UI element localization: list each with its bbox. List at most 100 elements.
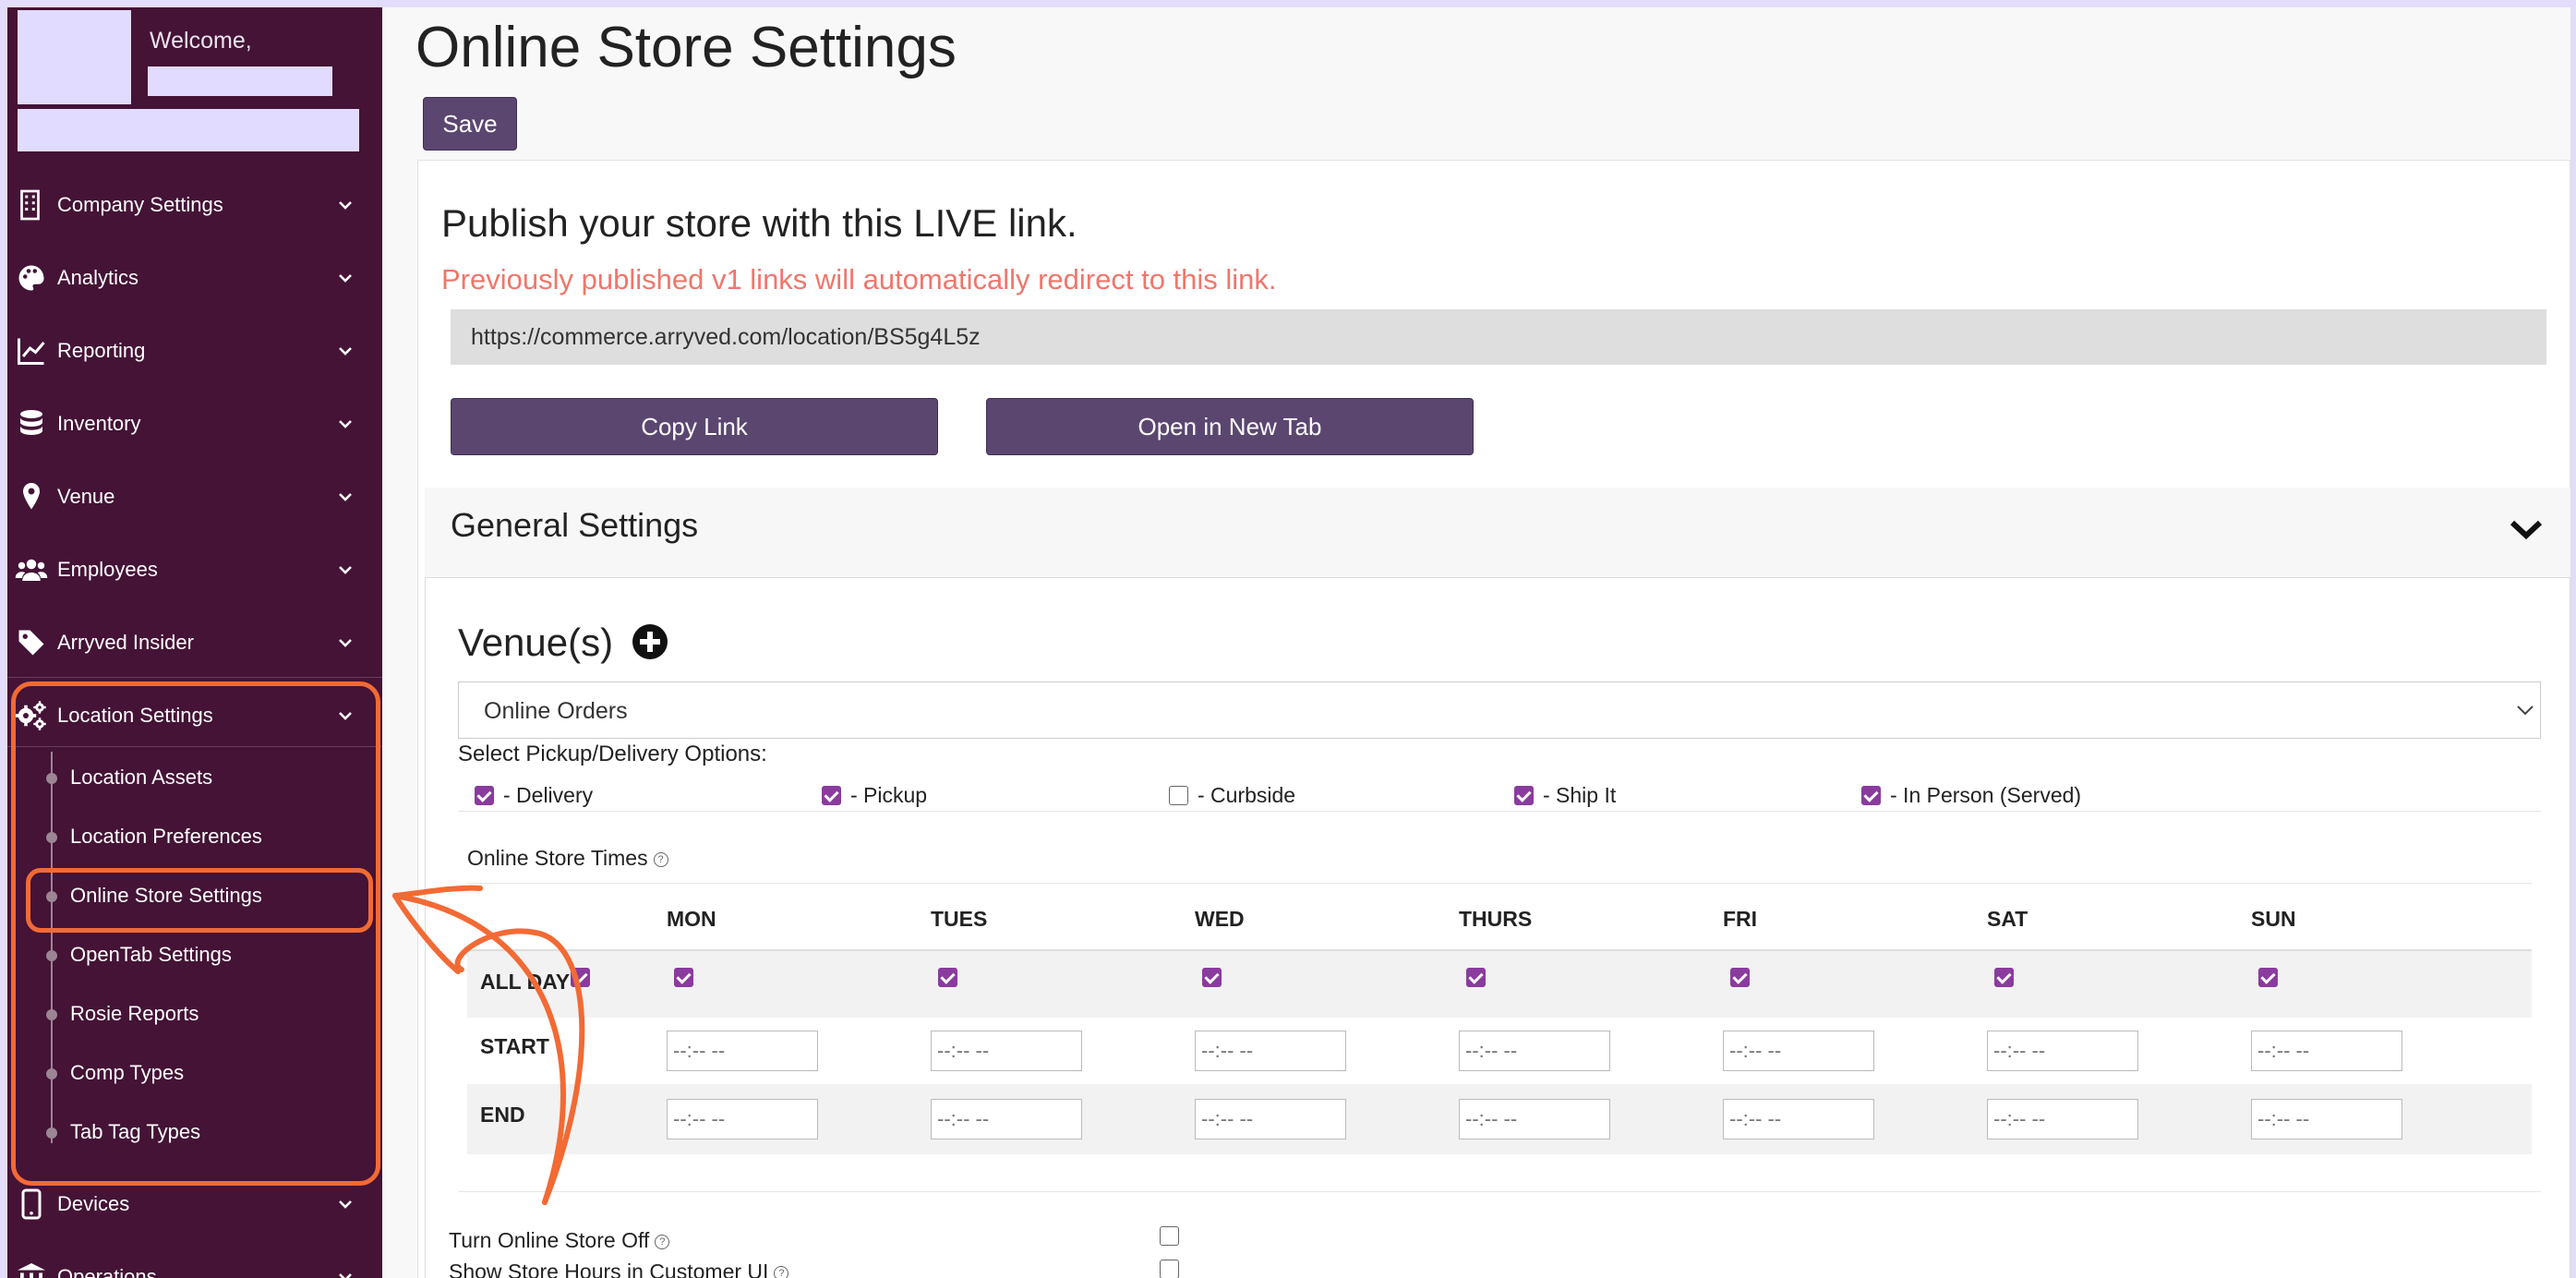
help-icon[interactable]: ?: [774, 1265, 789, 1278]
sidebar-item-label: Analytics: [57, 265, 139, 289]
all-day-sun-checkbox[interactable]: [2258, 968, 2278, 987]
sidebar-item-label: Devices: [57, 1191, 130, 1215]
end-time-thurs[interactable]: [1459, 1099, 1610, 1139]
all-day-sat-checkbox[interactable]: [1994, 968, 2014, 987]
help-icon[interactable]: ?: [655, 1234, 670, 1249]
all-day-mon-checkbox[interactable]: [674, 968, 693, 987]
all-day-fri-checkbox[interactable]: [1730, 968, 1750, 987]
day-header-tues: TUES: [931, 907, 988, 931]
option-label: - Pickup: [850, 783, 928, 807]
end-time-sun[interactable]: [2251, 1099, 2402, 1139]
sidebar-item-arryved-insider[interactable]: Arryved Insider: [7, 606, 382, 679]
option-ship-it: - Ship It: [1514, 783, 1616, 808]
publish-title: Publish your store with this LIVE link.: [441, 201, 1077, 245]
day-header-fri: FRI: [1723, 907, 1758, 931]
general-settings-title: General Settings: [451, 506, 699, 544]
plus-circle-icon[interactable]: [632, 623, 668, 660]
all-day-thurs-checkbox[interactable]: [1466, 968, 1486, 987]
end-time-mon[interactable]: [667, 1099, 818, 1139]
pickup-checkbox[interactable]: [822, 786, 841, 805]
start-time-tues[interactable]: [931, 1031, 1082, 1071]
sidebar-item-label: Employees: [57, 557, 158, 581]
main-content: Online Store Settings Save Publish your …: [382, 7, 2570, 1278]
venue-select[interactable]: [458, 681, 2541, 739]
turn-store-off-row: Turn Online Store Off?: [449, 1228, 670, 1253]
end-time-sat[interactable]: [1987, 1099, 2138, 1139]
help-icon[interactable]: ?: [653, 851, 668, 867]
turn-store-off-checkbox[interactable]: [1160, 1226, 1179, 1246]
option-label: - In Person (Served): [1890, 783, 2082, 807]
day-header-sat: SAT: [1987, 907, 2028, 931]
open-in-new-tab-button[interactable]: Open in New Tab: [986, 398, 1474, 455]
users-icon: [15, 559, 48, 581]
sidebar-item-label: Inventory: [57, 411, 141, 435]
sidebar-item-analytics[interactable]: Analytics: [7, 241, 382, 314]
end-row: END: [467, 1084, 2532, 1154]
end-time-wed[interactable]: [1195, 1099, 1346, 1139]
all-day-label: ALL DAY: [480, 970, 571, 994]
start-time-fri[interactable]: [1723, 1031, 1874, 1071]
sidebar-item-company-settings[interactable]: Company Settings: [7, 168, 382, 241]
all-day-master-checkbox[interactable]: [571, 968, 590, 987]
live-link-field[interactable]: [451, 309, 2546, 365]
start-time-sat[interactable]: [1987, 1031, 2138, 1071]
option-label: - Curbside: [1198, 783, 1296, 807]
day-header-wed: WED: [1195, 907, 1245, 931]
sidebar-item-label: Venue: [57, 484, 115, 508]
divider: [7, 677, 382, 678]
sidebar-item-label: Reporting: [57, 338, 146, 362]
delivery-checkbox[interactable]: [475, 786, 494, 805]
copy-link-button[interactable]: Copy Link: [451, 398, 938, 455]
start-time-mon[interactable]: [667, 1031, 818, 1071]
day-header-mon: MON: [667, 907, 716, 931]
online-store-times-label: Online Store Times: [467, 846, 648, 870]
chart-line-icon: [18, 338, 45, 365]
show-store-hours-checkbox[interactable]: [1160, 1260, 1179, 1278]
turn-store-off-label: Turn Online Store Off: [449, 1228, 650, 1252]
option-label: - Ship It: [1543, 783, 1617, 807]
publish-note: Previously published v1 links will autom…: [441, 263, 1277, 295]
online-store-settings-highlight: [26, 868, 373, 933]
sidebar-item-operations[interactable]: Operations: [7, 1240, 382, 1278]
start-time-thurs[interactable]: [1459, 1031, 1610, 1071]
start-time-wed[interactable]: [1195, 1031, 1346, 1071]
building-icon: [20, 189, 40, 221]
divider: [458, 1191, 2541, 1192]
sidebar: Welcome, Company Settings Analytics Repo…: [7, 7, 382, 1278]
day-header-thurs: THURS: [1459, 907, 1533, 931]
all-day-tues-checkbox[interactable]: [938, 968, 957, 987]
chevron-down-icon: [339, 493, 352, 501]
all-day-wed-checkbox[interactable]: [1202, 968, 1222, 987]
chevron-down-icon: [339, 274, 352, 283]
option-pickup: - Pickup: [822, 783, 927, 808]
venue-select-value: Online Orders: [484, 698, 628, 724]
location-settings-highlight: [11, 681, 380, 1186]
option-in-person: - In Person (Served): [1861, 783, 2081, 808]
sidebar-item-venue[interactable]: Venue: [7, 460, 382, 533]
show-store-hours-label: Show Store Hours in Customer UI: [449, 1260, 769, 1278]
chevron-down-icon[interactable]: [2508, 513, 2545, 545]
save-button[interactable]: Save: [423, 97, 517, 151]
sidebar-item-reporting[interactable]: Reporting: [7, 314, 382, 387]
chevron-down-icon: [339, 566, 352, 574]
day-header-sun: SUN: [2251, 907, 2296, 931]
end-time-fri[interactable]: [1723, 1099, 1874, 1139]
map-pin-icon: [23, 483, 40, 510]
general-settings-header[interactable]: [425, 488, 2570, 578]
curbside-checkbox[interactable]: [1169, 786, 1188, 805]
chevron-down-icon: [339, 420, 352, 428]
ship-it-checkbox[interactable]: [1514, 786, 1534, 805]
online-store-times-title: Online Store Times?: [467, 846, 668, 871]
all-day-row: ALL DAY: [467, 951, 2532, 1018]
divider: [458, 811, 2541, 812]
chevron-down-icon: [2517, 705, 2534, 716]
divider: [467, 883, 2532, 884]
sidebar-item-inventory[interactable]: Inventory: [7, 387, 382, 460]
start-time-sun[interactable]: [2251, 1031, 2402, 1071]
in-person-checkbox[interactable]: [1861, 786, 1881, 805]
chevron-down-icon: [339, 1273, 352, 1278]
end-time-tues[interactable]: [931, 1099, 1082, 1139]
sidebar-item-employees[interactable]: Employees: [7, 533, 382, 606]
chevron-down-icon: [339, 201, 352, 210]
start-row: START: [467, 1018, 2532, 1084]
